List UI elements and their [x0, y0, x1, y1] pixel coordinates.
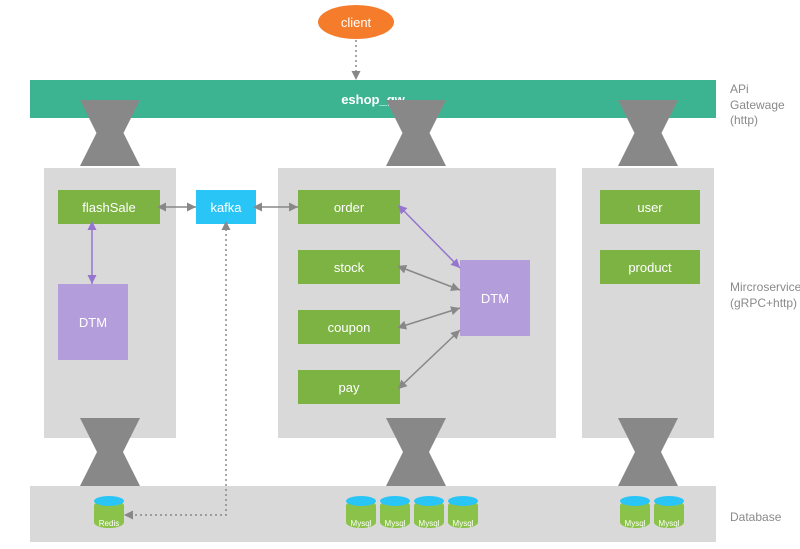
client-node: client [318, 5, 394, 39]
mysql-label-2: Mysql [380, 519, 410, 528]
layer-label-gateway: APi Gatewage (http) [730, 82, 800, 129]
flashsale-node: flashSale [58, 190, 160, 224]
stock-label: stock [334, 260, 364, 275]
layer-label-database: Database [730, 510, 781, 526]
pay-label: pay [339, 380, 360, 395]
order-label: order [334, 200, 364, 215]
mysql-label-3: Mysql [414, 519, 444, 528]
client-label: client [341, 15, 371, 30]
mysql-db-6: Mysql [654, 496, 684, 532]
mysql-label-6: Mysql [654, 519, 684, 528]
dtm-center-label: DTM [481, 291, 509, 306]
pay-node: pay [298, 370, 400, 404]
product-label: product [628, 260, 671, 275]
kafka-label: kafka [210, 200, 241, 215]
redis-label: Redis [94, 519, 124, 528]
mysql-db-2: Mysql [380, 496, 410, 532]
dtm-left-node: DTM [58, 284, 128, 360]
mysql-db-1: Mysql [346, 496, 376, 532]
order-node: order [298, 190, 400, 224]
gateway-node: eshop_gw [30, 80, 716, 118]
coupon-node: coupon [298, 310, 400, 344]
mysql-label-1: Mysql [346, 519, 376, 528]
layer-label-microservices: Mircroservices (gRPC+http) [730, 280, 800, 311]
mysql-db-4: Mysql [448, 496, 478, 532]
mysql-db-5: Mysql [620, 496, 650, 532]
stock-node: stock [298, 250, 400, 284]
user-node: user [600, 190, 700, 224]
coupon-label: coupon [328, 320, 371, 335]
flashsale-label: flashSale [82, 200, 135, 215]
product-node: product [600, 250, 700, 284]
dtm-left-label: DTM [79, 315, 107, 330]
user-label: user [637, 200, 662, 215]
mysql-db-3: Mysql [414, 496, 444, 532]
gateway-label: eshop_gw [341, 92, 405, 107]
dtm-center-node: DTM [460, 260, 530, 336]
mysql-label-4: Mysql [448, 519, 478, 528]
kafka-node: kafka [196, 190, 256, 224]
mysql-label-5: Mysql [620, 519, 650, 528]
redis-db: Redis [94, 496, 124, 532]
